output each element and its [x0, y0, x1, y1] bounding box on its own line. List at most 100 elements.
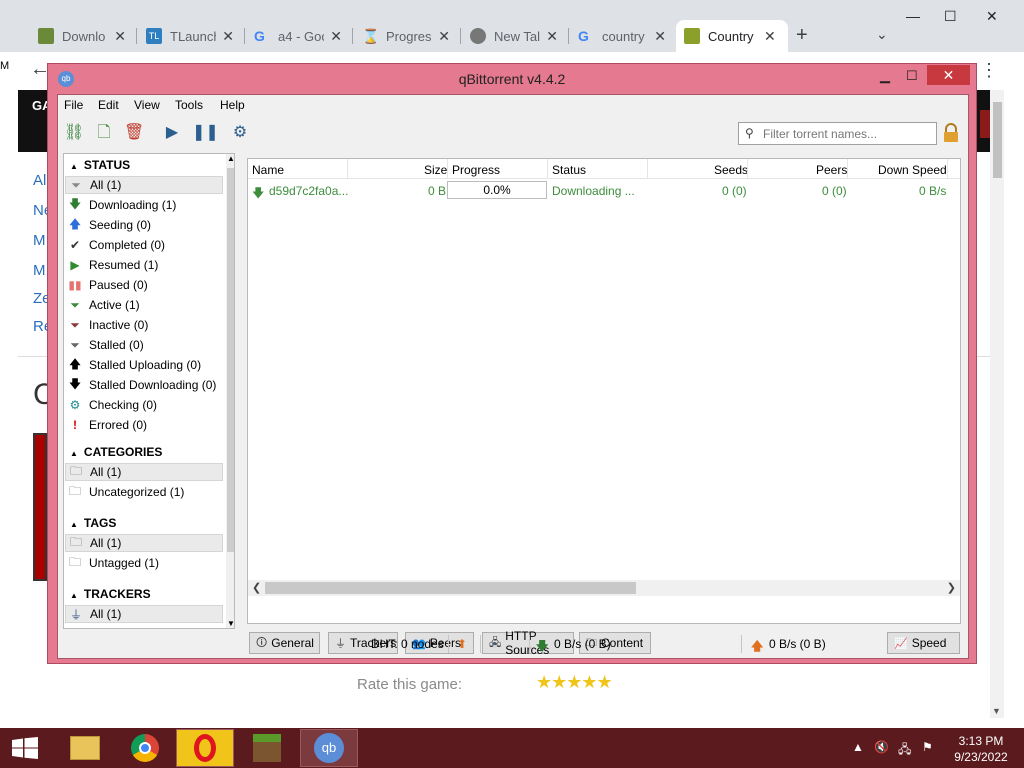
- nav-link[interactable]: M: [33, 232, 46, 249]
- status-paused[interactable]: ▮▮ Paused (0): [65, 276, 223, 294]
- trackers-header[interactable]: ▲ TRACKERS: [70, 587, 151, 601]
- tab-country-active[interactable]: Country ✕: [676, 20, 788, 52]
- category-all[interactable]: 🗀 All (1): [65, 463, 223, 481]
- categories-header[interactable]: ▲ CATEGORIES: [70, 445, 162, 459]
- col-down-speed[interactable]: Down Speed: [878, 163, 947, 177]
- page-scrollbar[interactable]: ▼: [990, 90, 1004, 718]
- dht-status: DHT: 0 nodes: [371, 637, 444, 651]
- menu-edit[interactable]: Edit: [98, 98, 119, 112]
- menu-tools[interactable]: Tools: [175, 98, 203, 112]
- upnp-icon[interactable]: ⬆: [457, 637, 467, 651]
- minimize-icon[interactable]: —: [906, 8, 920, 24]
- close-icon[interactable]: ✕: [114, 28, 126, 45]
- horizontal-scrollbar[interactable]: ❮ ❯: [248, 580, 960, 596]
- new-tab-button[interactable]: +: [796, 24, 808, 47]
- status-stalled-downloading[interactable]: 🡇 Stalled Downloading (0): [65, 376, 223, 394]
- status-all[interactable]: ⏷ All (1): [65, 176, 223, 194]
- status-downloading[interactable]: 🡇 Downloading (1): [65, 196, 223, 214]
- tab-download[interactable]: Downlo ✕: [30, 20, 134, 52]
- lock-icon[interactable]: [942, 123, 960, 143]
- kebab-menu-icon[interactable]: ⋮: [980, 60, 998, 81]
- menu-help[interactable]: Help: [220, 98, 245, 112]
- close-icon[interactable]: ✕: [330, 28, 342, 45]
- star-rating[interactable]: ★★★★★: [536, 672, 613, 693]
- options-gear-icon[interactable]: ⚙: [230, 123, 250, 143]
- tab-google-a4[interactable]: G a4 - Goo ✕: [246, 20, 350, 52]
- status-resumed[interactable]: ▶ Resumed (1): [65, 256, 223, 274]
- col-seeds[interactable]: Seeds: [714, 163, 748, 177]
- down-arrow-icon: 🡇: [68, 376, 82, 391]
- folder-icon: 🗀: [68, 554, 81, 569]
- maximize-icon[interactable]: ☐: [906, 68, 918, 84]
- download-speed[interactable]: 0 B/s (0 B): [554, 637, 611, 651]
- add-link-icon[interactable]: ⛓: [64, 123, 84, 143]
- system-clock[interactable]: 3:13 PM 9/23/2022: [946, 733, 1016, 765]
- status-stalled[interactable]: ⏷ Stalled (0): [65, 336, 223, 354]
- close-window-icon[interactable]: ✕: [986, 8, 998, 25]
- tags-header[interactable]: ▲ TAGS: [70, 516, 116, 530]
- nav-link[interactable]: Al: [33, 172, 46, 189]
- status-header[interactable]: ▲ STATUS: [70, 158, 130, 172]
- tab-progress[interactable]: ⌛ Progres ✕: [354, 20, 458, 52]
- close-icon[interactable]: ✕: [546, 28, 558, 45]
- status-errored[interactable]: ! Errored (0): [65, 416, 223, 434]
- network-icon[interactable]: 🖧: [898, 740, 911, 761]
- col-size[interactable]: Size: [424, 163, 447, 177]
- scroll-down-icon[interactable]: ▼: [992, 706, 1001, 716]
- torrent-size: 0 B: [428, 184, 447, 198]
- file-explorer-icon[interactable]: [56, 729, 114, 767]
- add-file-icon[interactable]: 🗋: [94, 123, 114, 143]
- nav-link[interactable]: M: [33, 262, 46, 279]
- windows-start-icon[interactable]: [12, 737, 38, 759]
- tab-general[interactable]: 🛈 General: [249, 632, 320, 654]
- opera-icon[interactable]: [176, 729, 234, 767]
- minecraft-icon[interactable]: [238, 729, 296, 767]
- delete-icon[interactable]: 🗑: [124, 123, 144, 143]
- close-button[interactable]: ✕: [927, 65, 970, 85]
- category-uncategorized[interactable]: 🗀 Uncategorized (1): [65, 483, 223, 501]
- sidebar-scrollbar[interactable]: ▲ ▼: [226, 154, 234, 628]
- google-icon: G: [578, 28, 589, 44]
- col-peers[interactable]: Peers: [816, 163, 847, 177]
- status-seeding[interactable]: 🡅 Seeding (0): [65, 216, 223, 234]
- chrome-icon[interactable]: [116, 729, 174, 767]
- menu-view[interactable]: View: [134, 98, 160, 112]
- status-checking[interactable]: ⚙ Checking (0): [65, 396, 223, 414]
- tracker-all[interactable]: ⏚ All (1): [65, 605, 223, 623]
- scrollbar-thumb[interactable]: [993, 102, 1002, 178]
- filter-input[interactable]: ⚲ Filter torrent names...: [738, 122, 937, 145]
- tab-new-tab[interactable]: New Tal ✕: [462, 20, 566, 52]
- status-inactive[interactable]: ⏷ Inactive (0): [65, 316, 223, 334]
- close-icon[interactable]: ✕: [764, 28, 776, 45]
- scrollbar-thumb[interactable]: [265, 582, 636, 594]
- status-active[interactable]: ⏷ Active (1): [65, 296, 223, 314]
- status-stalled-uploading[interactable]: 🡅 Stalled Uploading (0): [65, 356, 223, 374]
- tag-all[interactable]: 🗀 All (1): [65, 534, 223, 552]
- tab-google-country[interactable]: G country ✕: [570, 20, 674, 52]
- pause-icon[interactable]: ❚❚: [192, 123, 219, 143]
- close-icon[interactable]: ✕: [222, 28, 234, 45]
- resume-play-icon[interactable]: ▶: [162, 123, 182, 143]
- tag-untagged[interactable]: 🗀 Untagged (1): [65, 554, 223, 572]
- tab-tlauncher[interactable]: TL TLaunch ✕: [138, 20, 242, 52]
- torrent-row[interactable]: 🡇 d59d7c2fa0a... 0 B 0.0% Downloading ..…: [248, 180, 960, 200]
- tab-speed[interactable]: 📈 Speed: [887, 632, 960, 654]
- chevron-down-icon[interactable]: ⌄: [876, 26, 888, 43]
- col-status[interactable]: Status: [552, 163, 586, 177]
- upload-speed[interactable]: 0 B/s (0 B): [769, 637, 826, 651]
- speed-limit-icon[interactable]: ◓: [491, 637, 498, 651]
- col-progress[interactable]: Progress: [452, 163, 500, 177]
- scrollbar-thumb[interactable]: [227, 168, 234, 552]
- minimize-icon[interactable]: ▁: [880, 68, 890, 84]
- col-name[interactable]: Name: [252, 163, 284, 177]
- status-completed[interactable]: ✔ Completed (0): [65, 236, 223, 254]
- menu-file[interactable]: File: [64, 98, 83, 112]
- show-hidden-icons[interactable]: ▲: [852, 740, 864, 754]
- close-icon[interactable]: ✕: [654, 28, 666, 45]
- volume-muted-icon[interactable]: 🔇: [874, 740, 889, 754]
- action-center-icon[interactable]: ⚑: [922, 740, 933, 754]
- game-thumbnail[interactable]: [33, 433, 47, 581]
- close-icon[interactable]: ✕: [438, 28, 450, 45]
- qbittorrent-taskbar-icon[interactable]: qb: [300, 729, 358, 767]
- maximize-icon[interactable]: ☐: [944, 8, 957, 25]
